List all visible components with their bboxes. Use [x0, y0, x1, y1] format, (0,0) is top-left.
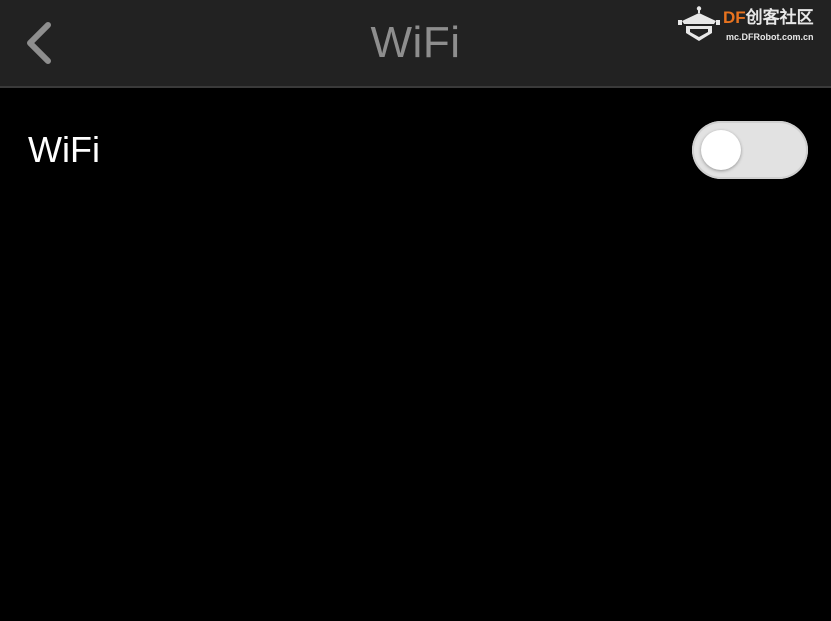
- navigation-bar: WiFi DF创客社区 mc.DFRobot.com.cn: [0, 0, 831, 88]
- watermark-brand: DF创客社区: [723, 8, 814, 27]
- robot-logo-icon: [678, 6, 720, 41]
- wifi-label: WiFi: [28, 129, 100, 170]
- toggle-knob[interactable]: [701, 130, 741, 170]
- wifi-setting-row: WiFi: [0, 92, 831, 208]
- wifi-toggle[interactable]: [692, 121, 808, 179]
- wifi-settings-screen: WiFi DF创客社区 mc.DFRobot.com.cn WiFi: [0, 0, 831, 621]
- dfrobot-watermark: DF创客社区 mc.DFRobot.com.cn: [676, 6, 826, 46]
- watermark-url: mc.DFRobot.com.cn: [726, 32, 814, 42]
